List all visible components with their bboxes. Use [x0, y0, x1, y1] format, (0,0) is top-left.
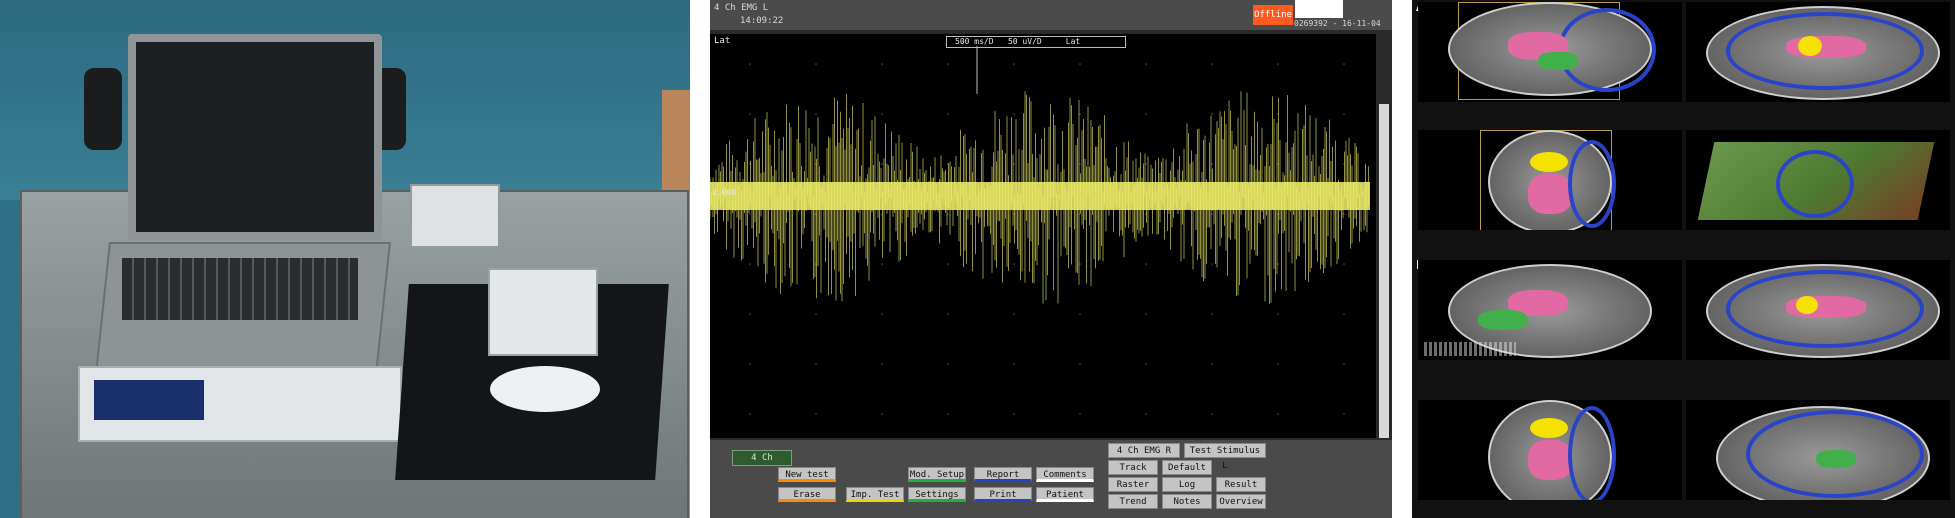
emg-trace-area: Lat 500 ms/D 50 uV/D Lat 0.000 [710, 34, 1376, 438]
mri-3d-b2 [1686, 400, 1950, 500]
new-test-button[interactable]: New test [778, 467, 836, 482]
caption-text [1424, 342, 1516, 356]
basal-ganglia [1528, 440, 1572, 480]
mri-sagittal-a1 [1418, 2, 1682, 102]
imp-test-button[interactable]: Imp. Test [846, 487, 904, 502]
laptop-screen [128, 34, 382, 240]
print-button[interactable]: Print [974, 487, 1032, 502]
report-button[interactable]: Report [974, 467, 1032, 482]
thalamus [1478, 310, 1528, 330]
laptop-keyboard [122, 258, 358, 320]
trend-button[interactable]: Trend [1108, 494, 1158, 509]
nucleus [1796, 296, 1818, 314]
fiber-tract [1568, 140, 1616, 228]
mri-sagittal-a2 [1686, 2, 1950, 102]
headbox [488, 268, 598, 356]
emg-title: 4 Ch EMG L [714, 3, 769, 13]
header-white-box [1295, 0, 1343, 18]
mri-axial-a1 [1418, 130, 1682, 230]
thalamus [1538, 52, 1578, 70]
default-button[interactable]: Default [1162, 460, 1212, 475]
nucleus [1530, 152, 1568, 172]
fiber-tract [1558, 8, 1656, 92]
overview-button[interactable]: Overview [1216, 494, 1266, 509]
emg-amplifier [78, 366, 402, 442]
patient-button[interactable]: Patient [1036, 487, 1094, 502]
settings-button[interactable]: Settings [908, 487, 966, 502]
trace-scrollbar[interactable] [1379, 104, 1389, 438]
track-button[interactable]: Track [1108, 460, 1158, 475]
emg-time: 14:09:22 [740, 16, 784, 26]
emg-header: 4 Ch EMG L 14:09:22 Offline 0269392 - 16… [710, 0, 1392, 30]
nucleus [1530, 418, 1568, 438]
interface-box [410, 184, 500, 248]
mod-setup-button[interactable]: Mod. Setup [908, 467, 966, 482]
thalamus [1816, 450, 1856, 468]
baseline-value: 0.000 [712, 188, 737, 197]
test-stimulus-button[interactable]: Test Stimulus L [1184, 443, 1266, 471]
emg-button-bar: 4 Ch New test Erase Imp. Test Mod. Setup… [710, 440, 1392, 518]
result-button[interactable]: Result [1216, 477, 1266, 492]
raster-button[interactable]: Raster [1108, 477, 1158, 492]
equipment-photo [0, 0, 690, 518]
left-speaker [84, 68, 122, 150]
mri-axial-b1 [1418, 400, 1682, 500]
mri-sagittal-b1 [1418, 260, 1682, 360]
mri-3d-a2 [1686, 130, 1950, 230]
emg-signal [710, 46, 1370, 415]
emg-screen: 4 Ch EMG L 14:09:22 Offline 0269392 - 16… [710, 0, 1392, 518]
log-button[interactable]: Log [1162, 477, 1212, 492]
fiber-tract [1568, 406, 1616, 500]
fiber-tract [1776, 150, 1854, 218]
offline-status-badge: Offline [1253, 5, 1293, 25]
emg-r-button[interactable]: 4 Ch EMG R [1108, 443, 1180, 458]
record-id-date: 0269392 - 16-11-04 [1294, 19, 1381, 28]
computer-mouse [490, 366, 600, 412]
comments-button[interactable]: Comments [1036, 467, 1094, 482]
basal-ganglia [1528, 174, 1572, 214]
notes-button[interactable]: Notes [1162, 494, 1212, 509]
channel-tag: 4 Ch [732, 450, 792, 466]
brain-imaging-grid: A B [1412, 0, 1955, 518]
erase-button[interactable]: Erase [778, 487, 836, 502]
amplifier-control-panel [94, 380, 204, 420]
nucleus [1798, 36, 1822, 56]
mri-sagittal-b2 [1686, 260, 1950, 360]
